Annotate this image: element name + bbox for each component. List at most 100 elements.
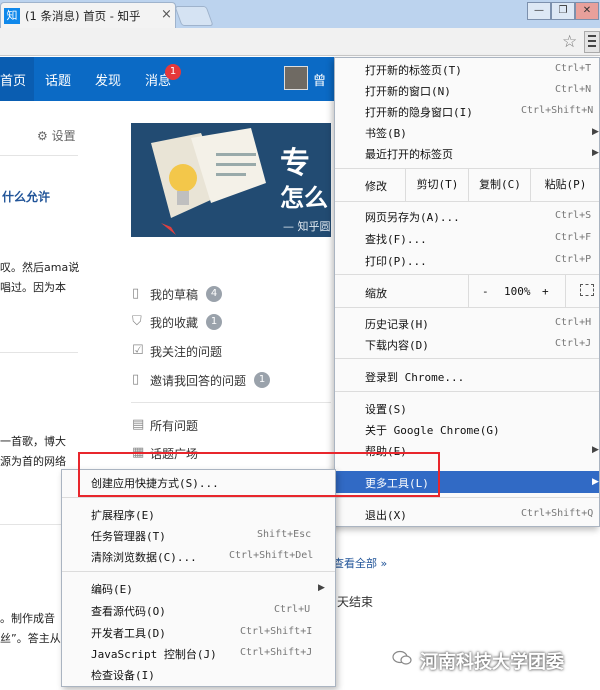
bookmark-icon: ⛉ <box>132 314 142 329</box>
window-minimize-button[interactable]: — <box>527 2 551 20</box>
chevron-right-icon: ▶ <box>592 445 599 455</box>
window-restore-button[interactable]: ❐ <box>551 2 575 20</box>
feed-text: 叹。然后ama说 <box>0 261 80 274</box>
browser-toolbar <box>0 28 600 56</box>
feed-text: 源为首的网络 <box>0 455 66 468</box>
feed-text: 唱过。因为本 <box>0 281 66 294</box>
zoom-divider <box>565 275 566 307</box>
tab-close-icon[interactable]: × <box>161 7 172 22</box>
zoom-level: 100% <box>504 285 531 298</box>
menu-separator <box>62 497 335 498</box>
menu-separator <box>335 307 599 308</box>
banner-headline: 专 <box>280 146 310 181</box>
sidebar-item-invitations[interactable]: 邀请我回答的问题 <box>150 372 246 389</box>
menu-signin[interactable]: 登录到 Chrome... <box>365 369 464 385</box>
sidebar-item-drafts[interactable]: 我的草稿 <box>150 286 198 303</box>
drafts-count: 4 <box>206 286 222 302</box>
submenu-extensions[interactable]: 扩展程序(E) <box>91 507 155 523</box>
avatar[interactable] <box>284 66 308 90</box>
feed-text: 一首歌，博大 <box>0 435 66 448</box>
shortcut: Ctrl+S <box>555 210 592 221</box>
window-close-button[interactable]: ✕ <box>575 2 599 20</box>
menu-find[interactable]: 查找(F)... <box>365 231 427 247</box>
menu-history[interactable]: 历史记录(H) <box>365 316 429 332</box>
shortcut: Ctrl+J <box>555 338 592 349</box>
divider <box>0 352 78 353</box>
invitations-count: 1 <box>254 372 270 388</box>
feed-text: 丝”。答主从 <box>0 632 61 645</box>
watermark-text: 河南科技大学团委 <box>420 652 564 673</box>
menu-separator <box>335 391 599 392</box>
sidebar-item-followed-questions[interactable]: 我关注的问题 <box>150 343 222 360</box>
days-end-text: 天结束 <box>337 595 374 609</box>
sidebar-item-collections[interactable]: 我的收藏 <box>150 314 198 331</box>
menu-save-as[interactable]: 网页另存为(A)... <box>365 209 460 225</box>
nav-discover[interactable]: 发现 <box>95 70 121 89</box>
submenu-dev-tools[interactable]: 开发者工具(D) <box>91 625 166 641</box>
username[interactable]: 曾 <box>313 70 326 89</box>
divider <box>0 155 78 156</box>
shortcut: Ctrl+Shift+J <box>240 647 313 658</box>
menu-recent-tabs[interactable]: 最近打开的标签页 <box>365 146 453 162</box>
red-highlight-box <box>78 452 440 497</box>
hamburger-menu-icon[interactable] <box>584 31 600 53</box>
shortcut: Ctrl+F <box>555 232 592 243</box>
menu-separator <box>335 358 599 359</box>
submenu-inspect-devices[interactable]: 检查设备(I) <box>91 667 155 683</box>
sidebar-item-all-questions[interactable]: 所有问题 <box>150 417 198 434</box>
nav-home[interactable]: 首页 <box>0 70 26 89</box>
banner-caption: — 知乎圆 <box>283 220 331 233</box>
submenu-task-manager[interactable]: 任务管理器(T) <box>91 528 166 544</box>
tab-title: (1 条消息) 首页 - 知乎 <box>25 9 141 23</box>
shortcut: Ctrl+Shift+Del <box>229 550 314 561</box>
zoom-out-button[interactable]: - <box>482 285 489 298</box>
banner-subheadline: 怎么 <box>280 184 328 212</box>
menu-zoom-label: 缩放 <box>365 287 387 300</box>
zoom-in-button[interactable]: + <box>542 285 549 298</box>
shortcut: Ctrl+H <box>555 317 592 328</box>
shortcut: Ctrl+U <box>274 604 311 615</box>
menu-about[interactable]: 关于 Google Chrome(G) <box>365 422 500 438</box>
star-icon[interactable]: ☆ <box>562 32 577 52</box>
divider <box>0 524 62 525</box>
menu-downloads[interactable]: 下载内容(D) <box>365 337 429 353</box>
fullscreen-icon[interactable] <box>580 284 594 296</box>
menu-new-tab[interactable]: 打开新的标签页(T) <box>365 62 462 78</box>
submenu-js-console[interactable]: JavaScript 控制台(J) <box>91 646 217 662</box>
wechat-icon <box>392 650 412 665</box>
submenu-clear-data[interactable]: 清除浏览数据(C)... <box>91 549 197 565</box>
feed-text: 。制作成音 <box>0 612 55 625</box>
settings-label: 设置 <box>51 129 76 143</box>
collections-count: 1 <box>206 314 222 330</box>
invite-icon: ▯ <box>132 372 140 387</box>
browser-tab[interactable]: 知 (1 条消息) 首页 - 知乎 × <box>0 2 176 28</box>
shortcut: Ctrl+N <box>555 84 592 95</box>
submenu-view-source[interactable]: 查看源代码(O) <box>91 603 166 619</box>
menu-paste-button[interactable]: 粘贴(P) <box>530 169 600 201</box>
divider <box>131 402 331 403</box>
shortcut: Shift+Esc <box>257 529 312 540</box>
new-tab-button[interactable] <box>174 6 214 26</box>
message-badge: 1 <box>165 64 181 80</box>
submenu-encoding[interactable]: 编码(E) <box>91 581 133 597</box>
menu-cut-button[interactable]: 剪切(T) <box>405 169 469 201</box>
menu-exit[interactable]: 退出(X) <box>365 507 407 523</box>
menu-separator <box>335 274 599 275</box>
menu-copy-button[interactable]: 复制(C) <box>468 169 531 201</box>
menu-new-incognito[interactable]: 打开新的隐身窗口(I) <box>365 104 473 120</box>
menu-bookmarks[interactable]: 书签(B) <box>365 125 407 141</box>
feed-question-title[interactable]: 什么允许 <box>2 188 50 205</box>
menu-settings[interactable]: 设置(S) <box>365 401 407 417</box>
chevron-right-icon: ▶ <box>318 583 325 593</box>
menu-new-window[interactable]: 打开新的窗口(N) <box>365 83 451 99</box>
draft-icon: ▯ <box>132 286 140 301</box>
see-all-link[interactable]: 查看全部 » <box>333 555 387 571</box>
menu-print[interactable]: 打印(P)... <box>365 253 427 269</box>
shortcut: Ctrl+Shift+N <box>521 105 594 116</box>
nav-topics[interactable]: 话题 <box>45 70 71 89</box>
chevron-right-icon: ▶ <box>592 148 599 158</box>
checkbox-icon: ☑ <box>132 343 144 358</box>
settings-link[interactable]: ⚙ 设置 <box>37 127 76 144</box>
gear-icon: ⚙ <box>37 129 48 143</box>
menu-edit-label: 修改 <box>365 180 387 193</box>
